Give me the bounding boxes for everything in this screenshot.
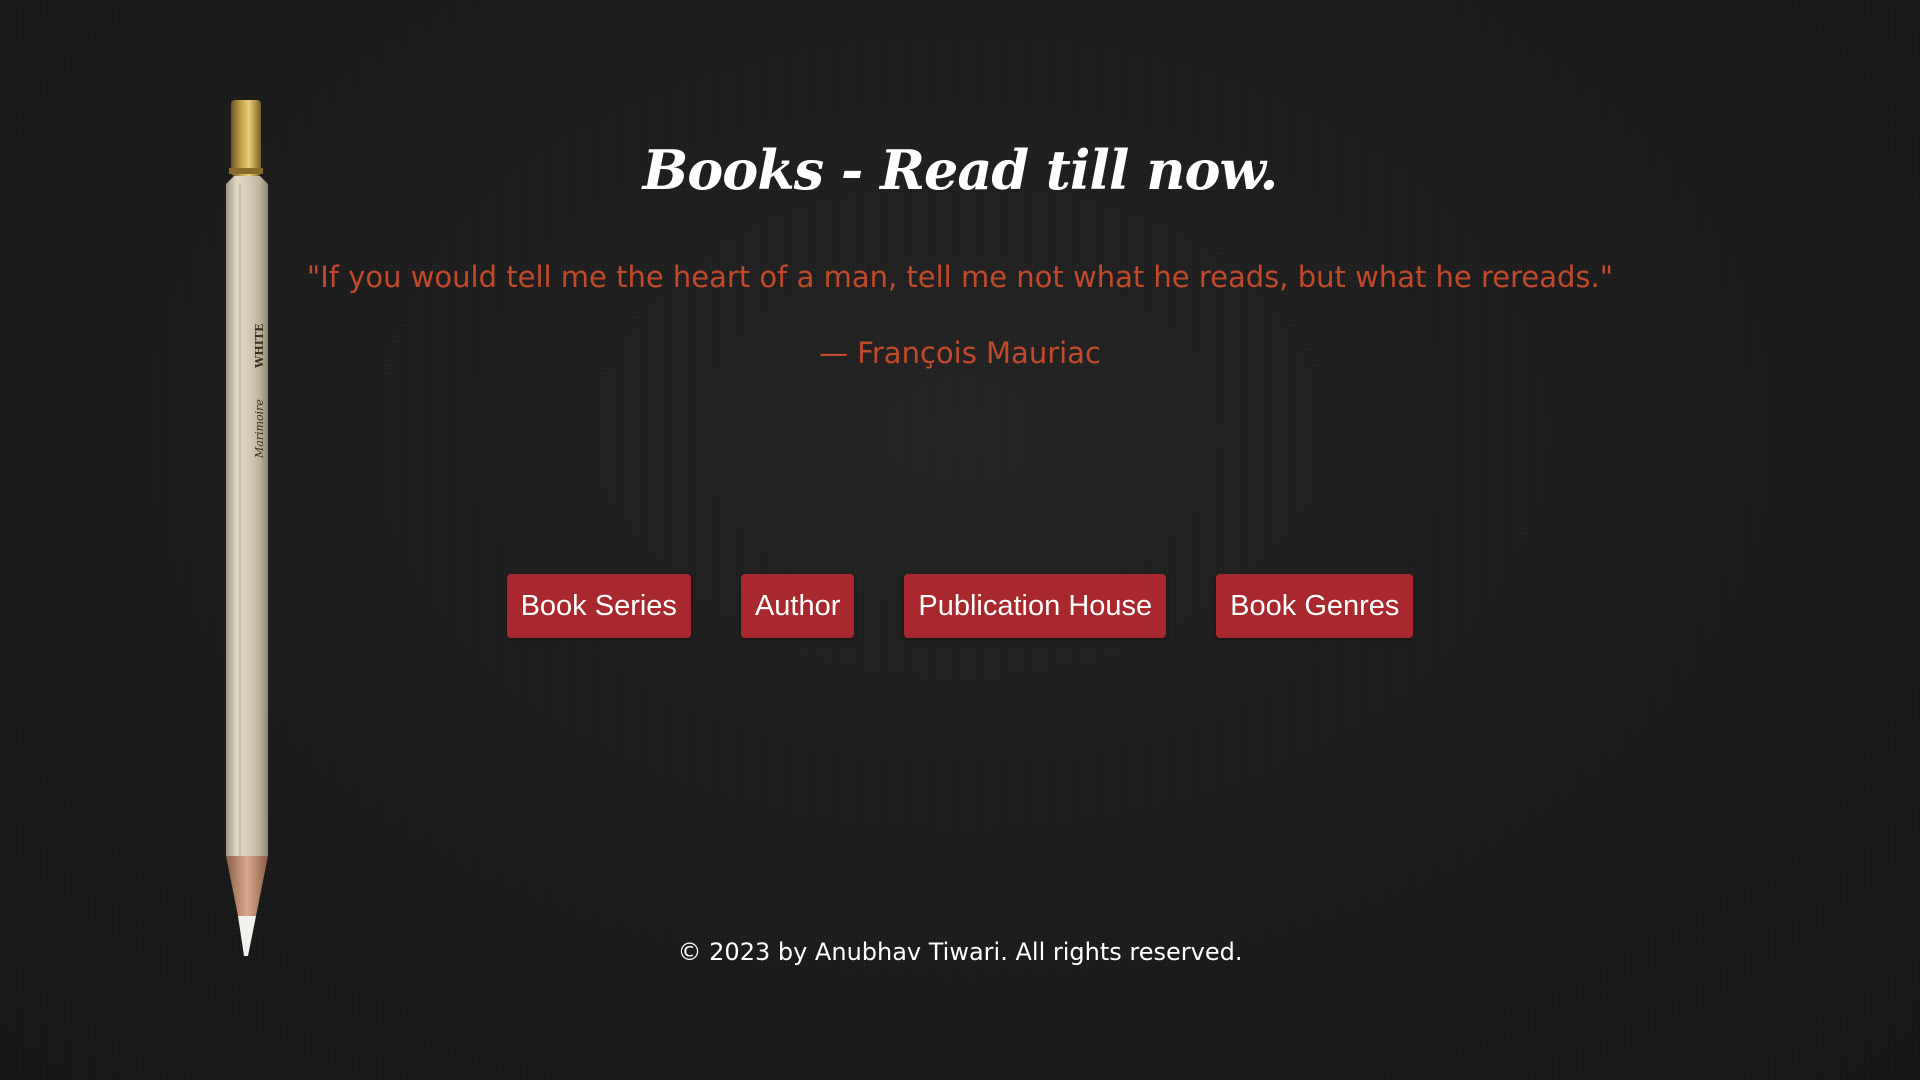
page-title: Books - Read till now. bbox=[642, 138, 1279, 202]
author-button[interactable]: Author bbox=[740, 574, 855, 638]
quote-attribution: — François Mauriac bbox=[819, 336, 1101, 370]
svg-text:Marimoire: Marimoire bbox=[253, 399, 266, 459]
pencil-icon: Marimoire WHITE bbox=[226, 100, 268, 956]
quote-text: "If you would tell me the heart of a man… bbox=[306, 260, 1614, 294]
book-genres-button[interactable]: Book Genres bbox=[1216, 574, 1414, 638]
footer-copyright: © 2023 by Anubhav Tiwari. All rights res… bbox=[677, 938, 1243, 966]
category-nav: Book Series Author Publication House Boo… bbox=[0, 574, 1920, 638]
publication-house-button[interactable]: Publication House bbox=[904, 574, 1167, 638]
book-series-button[interactable]: Book Series bbox=[506, 574, 691, 638]
